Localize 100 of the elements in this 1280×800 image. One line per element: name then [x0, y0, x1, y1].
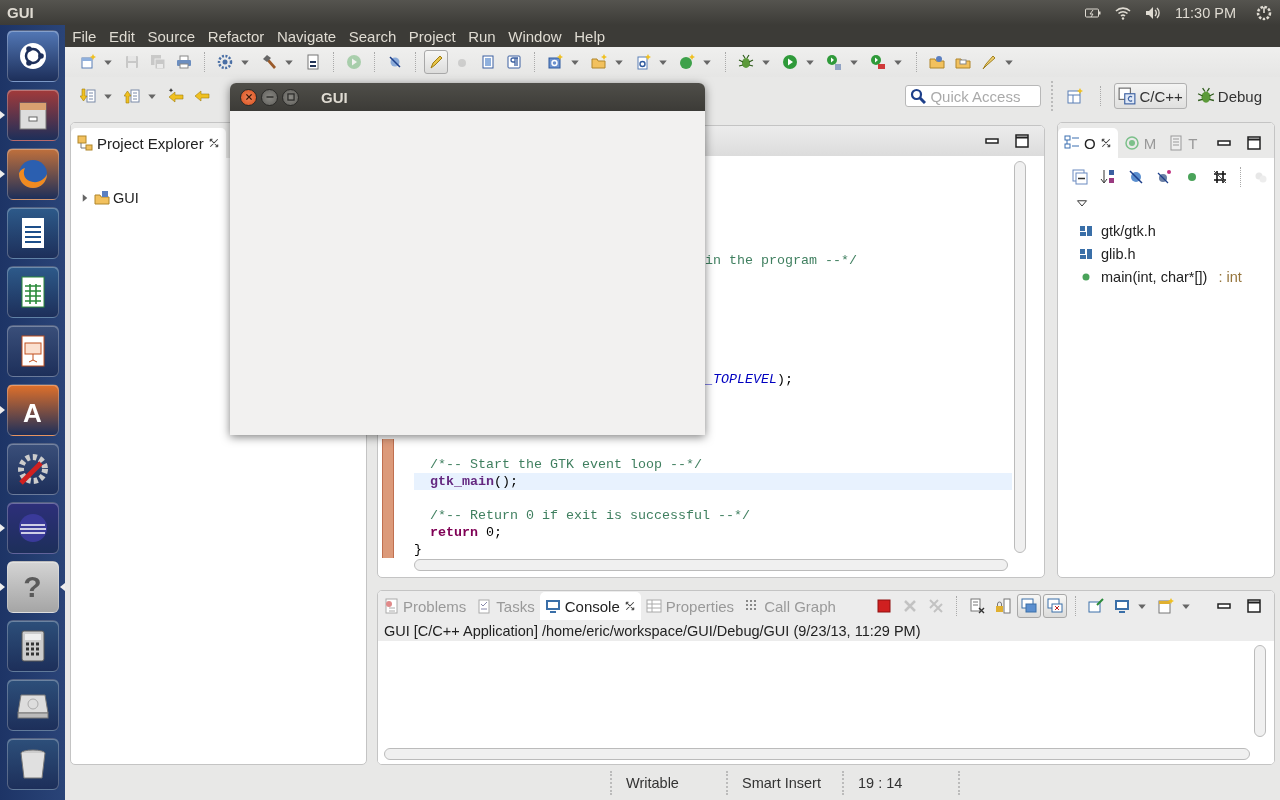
view-tab[interactable]: Project Explorer [71, 128, 226, 158]
outline-item[interactable]: glib.h [1101, 246, 1136, 262]
include-icon [1078, 223, 1094, 239]
gear-icon [217, 54, 233, 70]
close-icon[interactable] [1099, 137, 1112, 149]
return-type: : int [1218, 269, 1242, 285]
wifi-icon[interactable] [1115, 4, 1131, 21]
launcher-button[interactable] [6, 502, 59, 554]
menu-item[interactable]: File [66, 27, 103, 45]
code-line: /*-- Start the GTK event loop --*/ [429, 456, 702, 473]
horizontal-scrollbar[interactable] [414, 559, 1008, 571]
toggle-button[interactable] [1016, 594, 1041, 618]
close-icon[interactable] [207, 137, 220, 149]
minimize-button[interactable] [261, 88, 278, 106]
code-line: in the program --*/ [705, 252, 857, 269]
down-arrow-document-icon [80, 88, 96, 104]
launcher-button[interactable] [6, 620, 59, 672]
menu-item[interactable]: Help [567, 27, 612, 45]
outline-item[interactable]: gtk/gtk.h [1101, 223, 1156, 239]
folder-icon [929, 54, 945, 70]
menu-item[interactable]: Navigate [270, 27, 343, 45]
table-icon [645, 598, 662, 614]
launcher-button[interactable]: ? [6, 561, 59, 613]
launcher-button[interactable] [6, 679, 59, 731]
bug-icon [1196, 87, 1215, 105]
include-icon [1078, 246, 1094, 262]
tree-item[interactable]: GUI [113, 190, 139, 206]
paragraph-icon [506, 54, 522, 70]
monitor-speech-icon [1020, 598, 1037, 614]
pin-icon [1087, 598, 1104, 614]
toggle-button[interactable] [1042, 594, 1067, 618]
perspective-button[interactable]: C/C++ [1114, 83, 1187, 109]
view-tab[interactable]: Console [539, 592, 641, 620]
document-icon [480, 54, 496, 70]
horizontal-scrollbar[interactable] [384, 748, 1250, 760]
vertical-scrollbar[interactable] [1014, 161, 1026, 553]
bug-icon [738, 54, 754, 70]
code-line: _TOPLEVEL); [705, 371, 793, 388]
view-menu-triangle-icon[interactable] [1076, 197, 1088, 209]
status-text: 19 : 14 [858, 774, 903, 791]
menu-item[interactable]: Run [461, 27, 502, 45]
stop-square-icon [875, 598, 892, 614]
launcher-button[interactable] [6, 266, 59, 318]
binary-file-icon [305, 54, 321, 70]
code-line: } [414, 541, 422, 558]
launcher-button[interactable]: A [6, 384, 59, 436]
menu-item[interactable]: Window [501, 27, 568, 45]
maximize-icon[interactable] [1014, 133, 1030, 149]
clock[interactable]: 11:30 PM [1175, 4, 1236, 21]
window-title: GUI [7, 4, 34, 21]
menu-item[interactable]: Project [402, 27, 462, 45]
collapse-icon[interactable] [1072, 169, 1088, 185]
maximize-button[interactable] [282, 88, 299, 106]
sort-icon[interactable] [1100, 169, 1116, 185]
power-gear-icon[interactable] [1256, 4, 1272, 21]
up-arrow-document-icon [124, 88, 140, 104]
folder-tree-icon [77, 135, 93, 151]
perspective-button[interactable]: Debug [1192, 83, 1266, 109]
tab-label: Tasks [496, 597, 535, 615]
quick-access-field[interactable]: Quick Access [905, 85, 1042, 107]
tab-label: T [1188, 134, 1198, 152]
new-source-file-icon [635, 54, 651, 70]
window-title: GUI [321, 88, 348, 106]
new-window-icon [1157, 598, 1174, 614]
outline-item[interactable]: main(int, char*[]) [1101, 269, 1208, 285]
maximize-icon[interactable] [1246, 135, 1262, 151]
launcher-button[interactable] [6, 738, 59, 790]
launcher-glyph: ? [22, 570, 43, 604]
maximize-icon[interactable] [1246, 598, 1262, 614]
status-text: Smart Insert [742, 774, 821, 791]
menu-item[interactable]: Source [141, 27, 202, 45]
launcher-button[interactable] [6, 89, 59, 141]
window-plus-icon[interactable] [1067, 88, 1084, 104]
view-tab[interactable]: O [1058, 128, 1118, 158]
crossed-circle-icon[interactable] [1128, 169, 1144, 185]
close-icon[interactable] [623, 600, 636, 612]
launcher-button[interactable] [6, 443, 59, 495]
play-icon [346, 54, 362, 70]
lock-icon [994, 598, 1011, 614]
crossed-hash-icon[interactable] [1212, 169, 1228, 185]
tab-label: Properties [665, 597, 735, 615]
tab-label: Problems [403, 597, 467, 615]
crossed-dot-icon[interactable] [1156, 169, 1172, 185]
menu-item[interactable]: Edit [102, 27, 142, 45]
new-class-icon [547, 54, 563, 70]
vertical-scrollbar[interactable] [1254, 645, 1266, 737]
menu-item[interactable]: Search [342, 27, 403, 45]
close-button[interactable] [240, 88, 257, 106]
document-icon [1168, 135, 1185, 151]
launcher-button[interactable] [6, 30, 59, 82]
launcher-button[interactable] [6, 325, 59, 377]
launcher-button[interactable] [6, 207, 59, 259]
toggle-button[interactable] [424, 50, 448, 74]
menu-item[interactable]: Refactor [201, 27, 271, 45]
new-file-icon [80, 54, 96, 70]
circle-plus-icon [679, 54, 695, 70]
code-line: /*-- Return 0 if exit is successful --*/ [429, 507, 750, 524]
outline-tree-icon [1064, 135, 1080, 151]
target-icon [1123, 135, 1140, 151]
brush-icon [981, 54, 997, 70]
